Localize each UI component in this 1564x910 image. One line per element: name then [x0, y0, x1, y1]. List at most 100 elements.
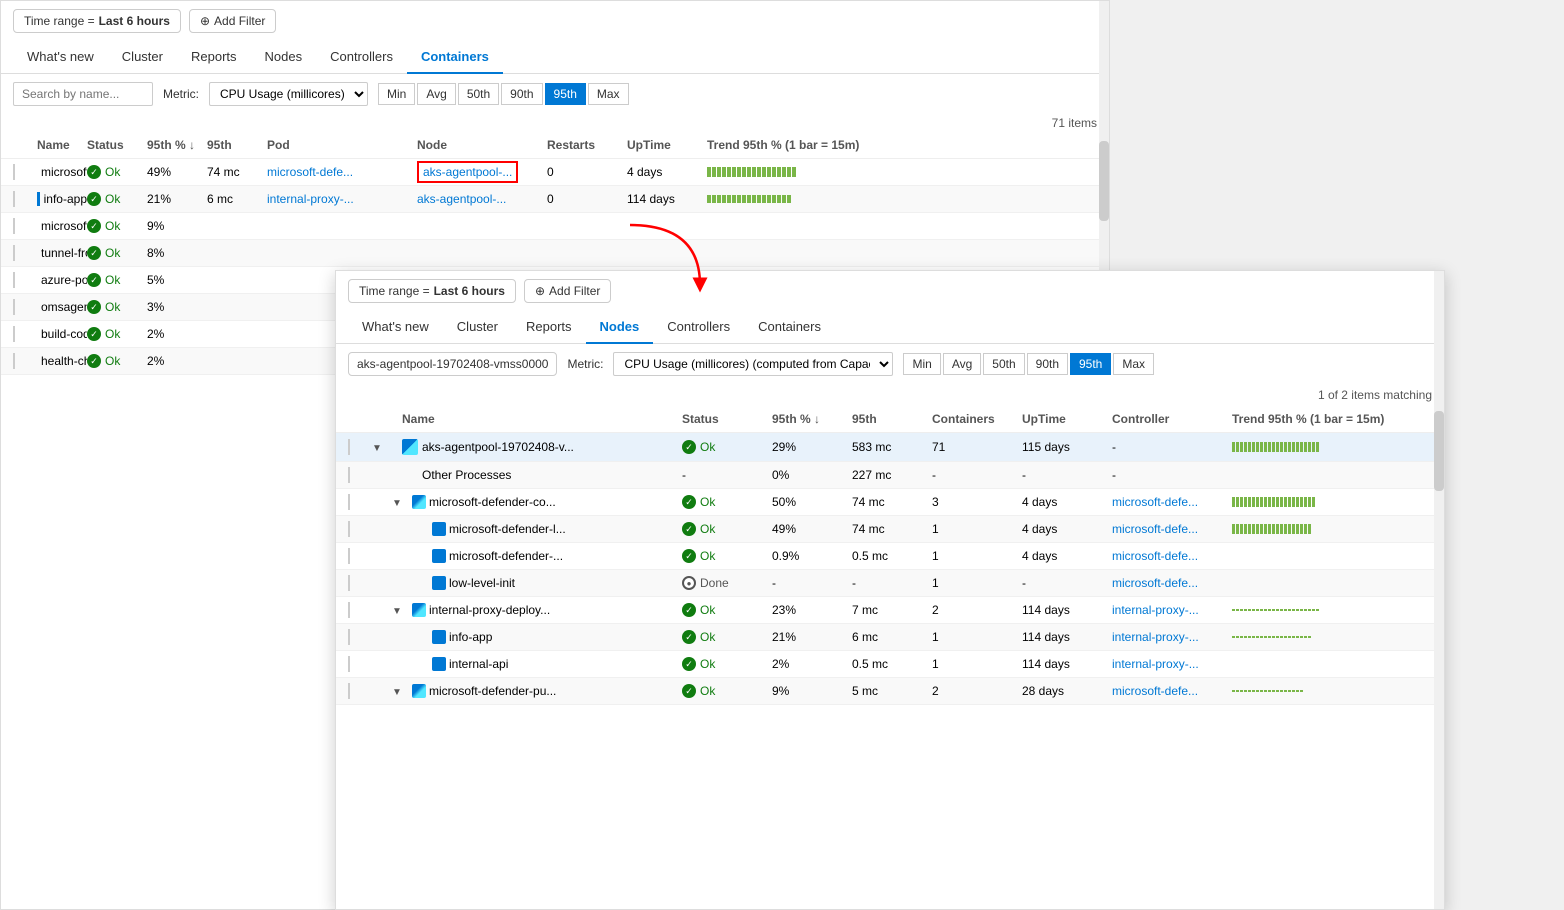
fg-nav-cluster[interactable]: Cluster — [443, 311, 512, 344]
pod-link[interactable]: microsoft-defe... — [267, 165, 417, 179]
fg-nav-containers[interactable]: Containers — [744, 311, 835, 344]
col-restarts: Restarts — [547, 138, 627, 152]
nav-containers[interactable]: Containers — [407, 41, 503, 74]
nav-reports[interactable]: Reports — [177, 41, 251, 74]
col-95th-pct: 95th % ↓ — [147, 138, 207, 152]
collapse-arrow[interactable]: ▼ — [372, 443, 382, 454]
fg-metric-max[interactable]: Max — [1113, 353, 1154, 375]
controller-link[interactable]: microsoft-defe... — [1112, 549, 1232, 563]
search-input[interactable] — [13, 82, 153, 106]
pod-link[interactable]: internal-proxy-... — [267, 192, 417, 206]
table-row: low-level-init Done - - 1 - microsoft-de… — [336, 570, 1444, 597]
time-range-label-fg: Time range = — [359, 284, 430, 298]
metric-max[interactable]: Max — [588, 83, 629, 105]
controller-link[interactable]: internal-proxy-... — [1112, 630, 1232, 644]
col-name: Name — [37, 138, 87, 152]
table-row: microsoft-defender-... Ok 0.9% 0.5 mc 1 … — [336, 543, 1444, 570]
node-link[interactable]: aks-agentpool-... — [417, 192, 547, 206]
fg-nav-reports[interactable]: Reports — [512, 311, 586, 344]
row-checkbox[interactable] — [348, 548, 350, 564]
metric-min[interactable]: Min — [378, 83, 415, 105]
nodes-panel: Time range = Last 6 hours ⊕ Add Filter W… — [335, 270, 1445, 910]
row-checkbox[interactable] — [348, 683, 350, 699]
bg-table-header: Name Status 95th % ↓ 95th Pod Node Resta… — [1, 132, 1109, 159]
time-range-value-fg: Last 6 hours — [434, 284, 505, 298]
bg-time-range-filter[interactable]: Time range = Last 6 hours — [13, 9, 181, 33]
fg-add-filter-button[interactable]: ⊕ Add Filter — [524, 279, 611, 303]
fg-metric-90th[interactable]: 90th — [1027, 353, 1068, 375]
fg-time-range-filter[interactable]: Time range = Last 6 hours — [348, 279, 516, 303]
row-checkbox[interactable] — [13, 326, 15, 342]
container-icon — [432, 522, 446, 536]
node-icon — [402, 439, 418, 455]
trend-bar — [1232, 690, 1432, 692]
fg-metric-label: Metric: — [567, 357, 603, 371]
trend-bar — [1232, 609, 1432, 611]
col-trend: Trend 95th % (1 bar = 15m) — [707, 138, 1097, 152]
container-icon — [432, 657, 446, 671]
fg-nav-whats-new[interactable]: What's new — [348, 311, 443, 344]
row-checkbox[interactable] — [13, 353, 15, 369]
metric-95th[interactable]: 95th — [545, 83, 586, 105]
controller-link[interactable]: microsoft-defe... — [1112, 576, 1232, 590]
col-uptime: UpTime — [627, 138, 707, 152]
funnel-icon: ⊕ — [200, 14, 210, 28]
col-95th: 95th — [207, 138, 267, 152]
table-row: microsoft-defe... Ok 49% 74 mc microsoft… — [1, 159, 1109, 186]
collapse-arrow[interactable]: ▼ — [392, 498, 402, 509]
row-checkbox[interactable] — [13, 218, 15, 234]
row-checkbox[interactable] — [348, 656, 350, 672]
row-checkbox[interactable] — [13, 245, 15, 261]
row-checkbox[interactable] — [13, 299, 15, 315]
fg-nav-controllers[interactable]: Controllers — [653, 311, 744, 344]
controller-link[interactable]: microsoft-defe... — [1112, 522, 1232, 536]
fg-nav-nodes[interactable]: Nodes — [586, 311, 654, 344]
nav-whats-new[interactable]: What's new — [13, 41, 108, 74]
row-checkbox[interactable] — [348, 521, 350, 537]
table-row: info-app Ok 21% 6 mc internal-proxy-... … — [1, 186, 1109, 213]
metric-90th[interactable]: 90th — [501, 83, 542, 105]
fg-metric-min[interactable]: Min — [903, 353, 940, 375]
row-checkbox[interactable] — [348, 629, 350, 645]
metric-50th[interactable]: 50th — [458, 83, 499, 105]
row-checkbox[interactable] — [13, 272, 15, 288]
row-checkbox[interactable] — [348, 439, 350, 455]
row-checkbox[interactable] — [348, 575, 350, 591]
node-filter-chip[interactable]: aks-agentpool-19702408-vmss0000 — [348, 352, 557, 376]
node-link-highlighted[interactable]: aks-agentpool-... — [417, 161, 518, 183]
pod-icon — [412, 495, 426, 509]
fg-metric-avg[interactable]: Avg — [943, 353, 981, 375]
controller-link[interactable]: internal-proxy-... — [1112, 603, 1232, 617]
nav-cluster[interactable]: Cluster — [108, 41, 177, 74]
nav-nodes[interactable]: Nodes — [251, 41, 317, 74]
metric-select[interactable]: CPU Usage (millicores) — [209, 82, 368, 106]
row-checkbox[interactable] — [348, 602, 350, 618]
row-checkbox[interactable] — [348, 494, 350, 510]
nav-controllers[interactable]: Controllers — [316, 41, 407, 74]
fg-metric-50th[interactable]: 50th — [983, 353, 1024, 375]
container-icon — [37, 192, 40, 206]
metric-avg[interactable]: Avg — [417, 83, 455, 105]
controller-link[interactable]: internal-proxy-... — [1112, 657, 1232, 671]
col-pod: Pod — [267, 138, 417, 152]
fg-col-containers: Containers — [932, 412, 1022, 426]
row-checkbox[interactable] — [13, 164, 15, 180]
container-icon — [432, 549, 446, 563]
controller-link[interactable]: microsoft-defe... — [1112, 684, 1232, 698]
table-row: ▼ internal-proxy-deploy... Ok 23% 7 mc 2… — [336, 597, 1444, 624]
fg-nav: What's new Cluster Reports Nodes Control… — [336, 311, 1444, 344]
fg-metric-buttons: Min Avg 50th 90th 95th Max — [903, 353, 1154, 375]
fg-filter-metric-row: aks-agentpool-19702408-vmss0000 Metric: … — [336, 344, 1444, 384]
collapse-arrow[interactable]: ▼ — [392, 606, 402, 617]
row-checkbox[interactable] — [348, 467, 350, 483]
trend-bar — [707, 195, 1097, 203]
controller-link[interactable]: microsoft-defe... — [1112, 495, 1232, 509]
fg-metric-select[interactable]: CPU Usage (millicores) (computed from Ca… — [613, 352, 893, 376]
fg-col-trend: Trend 95th % (1 bar = 15m) — [1232, 412, 1432, 426]
fg-col-uptime: UpTime — [1022, 412, 1112, 426]
collapse-arrow[interactable]: ▼ — [392, 687, 402, 698]
fg-metric-95th[interactable]: 95th — [1070, 353, 1111, 375]
items-count: 71 items — [1, 114, 1109, 132]
bg-add-filter-button[interactable]: ⊕ Add Filter — [189, 9, 276, 33]
row-checkbox[interactable] — [13, 191, 15, 207]
